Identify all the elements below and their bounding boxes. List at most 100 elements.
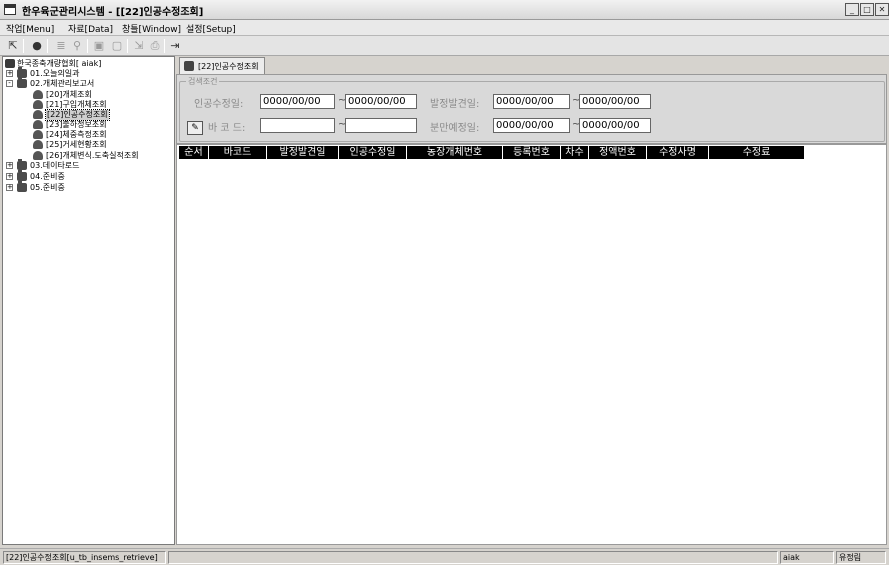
barcode-label: 바 코 드: [208,123,246,134]
tree-item-pending-05[interactable]: + 05.준비중 [6,181,166,193]
tree-item-label: [24]체중측정조회 [46,130,107,139]
menu-work[interactable]: 작업[Menu] [6,22,54,35]
menu-window[interactable]: 창틀[Window] [122,22,181,35]
tree-item-22[interactable]: [22]인공수정조회 [33,109,173,121]
column-header-insemination-date[interactable]: 인공수정일 [339,146,407,159]
search-panel: 검색조건 인공수정일: 0000/00/00 ~ 0000/00/00 발정발견… [176,74,887,144]
toolbar-separator [87,39,88,53]
search-conditions: 검색조건 인공수정일: 0000/00/00 ~ 0000/00/00 발정발견… [179,76,885,142]
minimize-button[interactable]: _ [845,3,859,16]
pointer-icon[interactable]: ⇱ [6,39,20,53]
tree-item-21[interactable]: [21]구입개체조회 [33,100,173,110]
results-grid[interactable]: 순서 바코드 발정발견일 인공수정일 농장개체번호 등록번호 차수 정액번호 수… [176,144,887,545]
tree-item-label: [25]거세현황조회 [46,140,107,149]
tree-item-pending-04[interactable]: + 04.준비중 [6,170,166,182]
calving-date-from[interactable]: 0000/00/00 [493,118,570,133]
search-icon[interactable]: ⚲ [70,39,84,53]
menu-bar: 작업[Menu] 자료[Data] 창틀[Window] 설정[Setup] [0,20,889,36]
save-icon[interactable]: ▣ [92,39,106,53]
column-header-technician[interactable]: 수정사명 [647,146,709,159]
column-header-farm-id[interactable]: 농장개체번호 [407,146,503,159]
folder-icon [17,181,27,192]
tree-item-label: 05.준비중 [30,183,65,192]
printer-icon[interactable]: ⎙ [148,39,162,53]
tree-expander[interactable]: - [6,80,13,87]
exit-icon[interactable]: ⇥ [168,39,182,53]
tree-item-dataload[interactable]: + 03.데이타로드 [6,159,166,171]
folder-icon [17,77,27,88]
tree-item-label: [23]출하정보조회 [46,120,107,129]
tree-item-label: 03.데이타로드 [30,161,80,170]
grid-header: 순서 바코드 발정발견일 인공수정일 농장개체번호 등록번호 차수 정액번호 수… [179,146,804,159]
export-icon[interactable]: ⇲ [132,39,146,53]
tree-item-reports[interactable]: - 02.개체관리보고서 [6,77,166,89]
calving-date-label: 분만예정일: [430,123,480,134]
toolbar-separator [164,39,165,53]
insemination-date-to[interactable]: 0000/00/00 [345,94,417,109]
title-bar: 한우육군관리시스템 - [[22]인공수정조회] _ □ ✕ [0,0,889,20]
tree-item-label: [26]개체변식.도축실적조회 [46,151,139,160]
document-tabs: [22]인공수정조회 [175,56,889,74]
toolbar-separator [127,39,128,53]
tree-expander[interactable]: + [6,70,13,77]
organization-icon [5,59,15,68]
report-icon [33,110,43,119]
folder-icon [17,170,27,181]
tree-item-label: [21]구입개체조회 [46,100,107,109]
report-icon [33,130,43,139]
navigation-tree[interactable]: 한국종축개량협회[ aiak] + 01.오늘의일과 - 02.개체관리보고서 … [2,56,175,545]
tree-item-20[interactable]: [20]개체조회 [33,90,173,100]
menu-setup[interactable]: 설정[Setup] [186,22,236,35]
status-user-id: aiak [780,551,834,564]
edit-icon[interactable]: ✎ [187,121,203,135]
tree-root-label: 한국종축개량협회[ aiak] [17,59,102,68]
folder-icon [17,159,27,170]
tree-item-label: 02.개체관리보고서 [30,79,95,88]
column-header-seq[interactable]: 순서 [179,146,209,159]
close-button[interactable]: ✕ [875,3,889,16]
tree-item-label-selected: [22]인공수정조회 [45,109,110,121]
insemination-date-label: 인공수정일: [194,99,244,110]
column-header-round[interactable]: 차수 [561,146,589,159]
column-header-registration-no[interactable]: 등록번호 [503,146,561,159]
tree-item-26[interactable]: [26]개체변식.도축실적조회 [33,151,173,161]
column-header-estrus-date[interactable]: 발정발견일 [267,146,339,159]
tree-item-23[interactable]: [23]출하정보조회 [33,120,173,130]
toolbar-separator [23,39,24,53]
new-icon[interactable]: ▢ [110,39,124,53]
status-bar: [22]인공수정조회[u_tb_insems_retrieve] aiak 유정… [0,548,889,565]
report-icon [33,151,43,160]
search-legend: 검색조건 [186,76,220,87]
toolbar-separator [47,39,48,53]
tree-expander[interactable]: + [6,162,13,169]
insemination-date-from[interactable]: 0000/00/00 [260,94,335,109]
print-icon[interactable]: ≣ [54,39,68,53]
menu-data[interactable]: 자료[Data] [68,22,113,35]
window-title: 한우육군관리시스템 - [[22]인공수정조회] [22,7,204,18]
column-header-fee[interactable]: 수정료 [709,146,804,159]
status-user-name: 유정림 [836,551,886,564]
calving-date-to[interactable]: 0000/00/00 [579,118,651,133]
app-window-icon [4,4,16,15]
tree-item-24[interactable]: [24]체중측정조회 [33,130,173,140]
tree-item-25[interactable]: [25]거세현황조회 [33,140,173,150]
toolbar: ⇱ ● ≣ ⚲ ▣ ▢ ⇲ ⎙ ⇥ [0,36,889,56]
tree-expander[interactable]: + [6,184,13,191]
estrus-date-to[interactable]: 0000/00/00 [579,94,651,109]
tab-insemination-query[interactable]: [22]인공수정조회 [179,57,265,74]
report-icon [33,120,43,129]
column-header-barcode[interactable]: 바코드 [209,146,267,159]
tree-item-label: 01.오늘의일과 [30,69,80,78]
tree-expander[interactable]: + [6,173,13,180]
barcode-to[interactable] [345,118,417,133]
tree-item-daily[interactable]: + 01.오늘의일과 [6,67,166,79]
estrus-date-label: 발정발견일: [430,99,480,110]
report-icon [184,61,194,71]
restore-button[interactable]: □ [860,3,874,16]
tab-label: [22]인공수정조회 [198,62,259,71]
tree-item-label: [20]개체조회 [46,90,92,99]
barcode-from[interactable] [260,118,335,133]
estrus-date-from[interactable]: 0000/00/00 [493,94,570,109]
stop-icon[interactable]: ● [30,39,44,53]
column-header-semen-no[interactable]: 정액번호 [589,146,647,159]
